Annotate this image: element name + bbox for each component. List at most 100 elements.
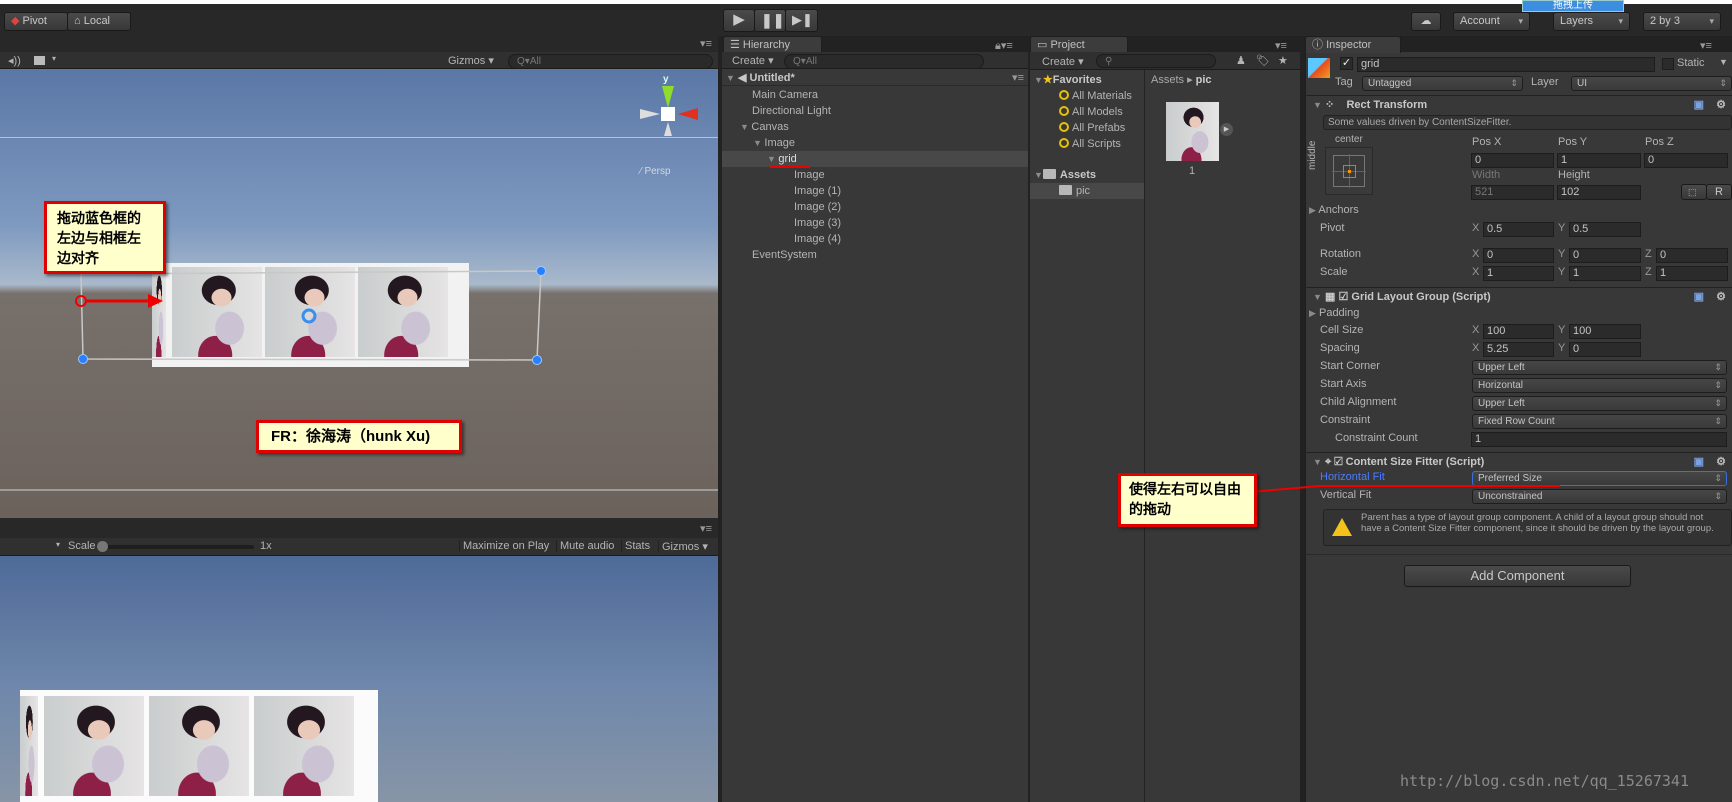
hierarchy-item[interactable]: Image (2): [722, 199, 1028, 215]
pivot-x-input[interactable]: 0.5: [1483, 222, 1554, 237]
scale-x-input[interactable]: 1: [1483, 266, 1554, 281]
display-dropdown-icon[interactable]: ▾: [56, 540, 60, 549]
expand-icon[interactable]: ▼: [753, 138, 764, 148]
favorite-item[interactable]: All Models: [1030, 104, 1144, 120]
lock-icon[interactable]: ▾≡: [1275, 39, 1287, 52]
component-enabled-checkbox[interactable]: ☑: [1338, 291, 1348, 303]
mute-audio-toggle[interactable]: Mute audio: [556, 540, 614, 552]
filter-by-type-icon[interactable]: ♟: [1236, 54, 1246, 67]
breadcrumb-item[interactable]: Assets: [1151, 74, 1184, 86]
cell-size-y-input[interactable]: 100: [1569, 324, 1641, 339]
project-search-input[interactable]: ⚲: [1096, 54, 1216, 68]
step-button[interactable]: ▶❚: [785, 9, 818, 32]
favorite-item[interactable]: All Scripts: [1030, 136, 1144, 152]
account-dropdown[interactable]: Account: [1453, 12, 1530, 31]
cloud-button[interactable]: ☁: [1411, 12, 1441, 31]
hierarchy-item[interactable]: Image: [722, 167, 1028, 183]
scale-z-input[interactable]: 1: [1656, 266, 1728, 281]
pos-x-input[interactable]: 0: [1471, 153, 1554, 168]
cell-size-x-input[interactable]: 100: [1483, 324, 1554, 339]
pos-z-input[interactable]: 0: [1644, 153, 1728, 168]
rect-transform-header[interactable]: ▼ ⁘ Rect Transform ▣ ⚙: [1305, 95, 1732, 113]
tab-inspector[interactable]: ⓘ Inspector: [1305, 36, 1401, 53]
audio-icon[interactable]: ◂)): [8, 54, 21, 67]
game-gizmos-dropdown[interactable]: Gizmos ▾: [658, 540, 708, 553]
raw-edit-button[interactable]: R: [1706, 184, 1732, 200]
add-component-button[interactable]: Add Component: [1404, 565, 1631, 587]
constraint-count-input[interactable]: 1: [1471, 432, 1727, 447]
rect-handle[interactable]: [532, 355, 542, 365]
grid-layout-group-header[interactable]: ▼ ▦ ☑ Grid Layout Group (Script) ▣ ⚙: [1305, 287, 1732, 305]
rect-handle[interactable]: [78, 354, 88, 364]
gear-icon[interactable]: ⚙: [1716, 96, 1726, 114]
rotation-y-input[interactable]: 0: [1569, 248, 1641, 263]
rect-handle[interactable]: [536, 266, 546, 276]
scene-view[interactable]: y ⁄ Persp 拖动蓝色框的左边与相框左边对齐 FR：徐海涛（hunk Xu…: [0, 69, 718, 518]
blueprint-mode-button[interactable]: ⬚: [1681, 184, 1707, 200]
assets-header[interactable]: ▼ Assets: [1030, 167, 1144, 183]
object-name-input[interactable]: grid: [1357, 57, 1655, 72]
favorite-item[interactable]: All Prefabs: [1030, 120, 1144, 136]
static-dropdown-icon[interactable]: ▼: [1719, 57, 1728, 67]
scene-gizmos-dropdown[interactable]: Gizmos ▾: [448, 54, 494, 67]
scale-slider[interactable]: [97, 541, 254, 552]
effects-dropdown-icon[interactable]: ▾: [52, 54, 56, 63]
child-alignment-dropdown[interactable]: Upper Left: [1472, 396, 1727, 411]
spacing-x-input[interactable]: 5.25: [1483, 342, 1554, 357]
start-corner-dropdown[interactable]: Upper Left: [1472, 360, 1727, 375]
hierarchy-item-selected[interactable]: ▼ grid: [722, 151, 1028, 168]
pause-button[interactable]: ❚❚: [754, 9, 786, 32]
hierarchy-item[interactable]: ▼ Image: [722, 135, 1028, 151]
project-create-button[interactable]: Create ▾: [1042, 55, 1084, 68]
help-icon[interactable]: ▣: [1694, 453, 1704, 471]
asset-thumbnail[interactable]: [1166, 102, 1219, 161]
rotation-z-input[interactable]: 0: [1656, 248, 1728, 263]
gear-icon[interactable]: ⚙: [1716, 453, 1726, 471]
help-icon[interactable]: ▣: [1694, 288, 1704, 306]
padding-foldout[interactable]: ▶ Padding: [1309, 307, 1359, 319]
favorites-header[interactable]: ▼★Favorites: [1030, 72, 1144, 88]
effects-icon[interactable]: [34, 56, 45, 65]
expand-sprite-icon[interactable]: ▶: [1220, 123, 1233, 136]
game-view[interactable]: [0, 556, 718, 802]
rotation-x-input[interactable]: 0: [1483, 248, 1554, 263]
hierarchy-item[interactable]: Image (3): [722, 215, 1028, 231]
horizontal-fit-dropdown[interactable]: Preferred Size: [1472, 471, 1727, 486]
static-checkbox[interactable]: [1662, 58, 1674, 70]
hierarchy-item[interactable]: Main Camera: [722, 87, 1028, 103]
hierarchy-create-button[interactable]: Create ▾: [732, 54, 774, 67]
hierarchy-item[interactable]: Image (1): [722, 183, 1028, 199]
expand-icon[interactable]: ▼: [740, 122, 751, 132]
hierarchy-search-input[interactable]: Q▾All: [784, 54, 984, 69]
scale-y-input[interactable]: 1: [1569, 266, 1641, 281]
tag-dropdown[interactable]: Untagged: [1362, 76, 1523, 91]
component-enabled-checkbox[interactable]: ☑: [1334, 456, 1342, 468]
anchors-foldout[interactable]: ▶ Anchors: [1309, 204, 1359, 216]
tab-hierarchy[interactable]: ☰ Hierarchy: [723, 36, 822, 53]
start-axis-dropdown[interactable]: Horizontal: [1472, 378, 1727, 393]
play-button[interactable]: ▶: [723, 9, 755, 32]
hierarchy-item[interactable]: EventSystem: [722, 247, 1028, 263]
content-size-fitter-header[interactable]: ▼ ⌖ ☑ Content Size Fitter (Script) ▣ ⚙: [1305, 452, 1732, 470]
height-input[interactable]: 102: [1557, 185, 1641, 200]
favorite-item[interactable]: All Materials: [1030, 88, 1144, 104]
project-divider[interactable]: [1144, 70, 1145, 802]
scene-search-input[interactable]: Q▾All: [508, 54, 713, 69]
local-button[interactable]: ⌂ Local: [67, 12, 131, 31]
hierarchy-item[interactable]: ▼ Canvas: [722, 119, 1028, 135]
hierarchy-item[interactable]: Directional Light: [722, 103, 1028, 119]
pivot-button[interactable]: ◆ Pivot: [4, 12, 68, 31]
stats-toggle[interactable]: Stats: [621, 540, 650, 552]
filter-by-label-icon[interactable]: 🏷︎: [1256, 54, 1270, 67]
layers-dropdown[interactable]: Layers: [1553, 12, 1630, 31]
layer-dropdown[interactable]: UI: [1571, 76, 1732, 91]
lock-icon[interactable]: ▾≡: [1700, 39, 1712, 52]
expand-icon[interactable]: ▼: [767, 154, 778, 164]
anchor-presets-button[interactable]: [1325, 147, 1373, 195]
upload-banner[interactable]: 拖拽上传: [1522, 0, 1624, 12]
hierarchy-item[interactable]: Image (4): [722, 231, 1028, 247]
pivot-y-input[interactable]: 0.5: [1569, 222, 1641, 237]
tab-project[interactable]: ▭ Project: [1030, 36, 1128, 53]
scene-root-item[interactable]: ▼ ◀ Untitled* ▾≡: [722, 70, 1028, 86]
active-checkbox[interactable]: ✓: [1340, 57, 1353, 70]
